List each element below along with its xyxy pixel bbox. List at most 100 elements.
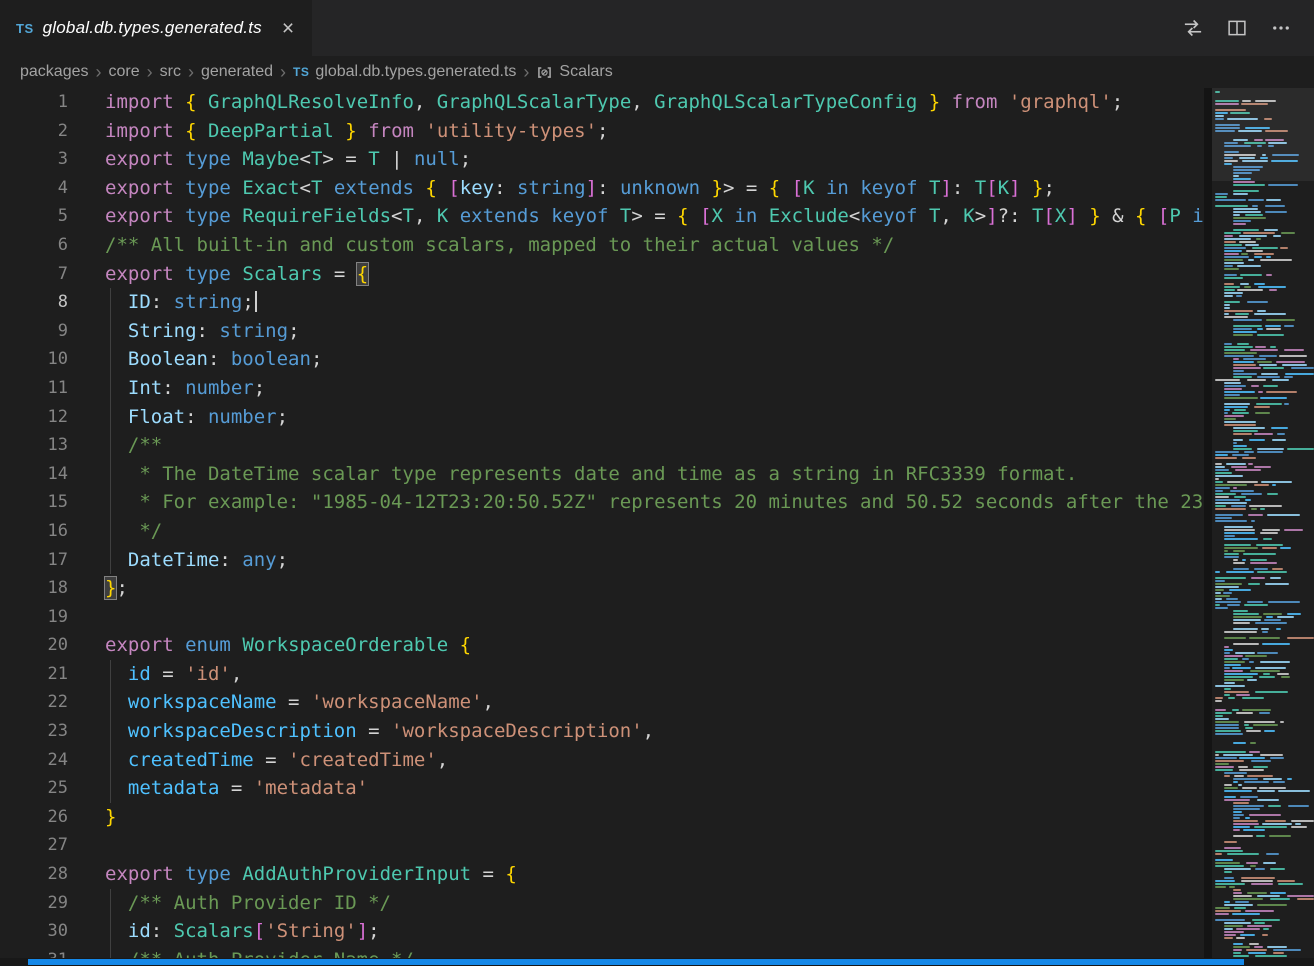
code-line[interactable]: 4export type Exact<T extends { [key: str… (0, 174, 1204, 203)
code-line[interactable]: 17 DateTime: any; (0, 546, 1204, 575)
minimap-token (1244, 451, 1254, 453)
line-number[interactable]: 9 (0, 317, 68, 346)
minimap-token (1215, 760, 1244, 762)
code-line[interactable]: 21 id = 'id', (0, 660, 1204, 689)
line-number[interactable]: 10 (0, 345, 68, 374)
line-number[interactable]: 13 (0, 431, 68, 460)
line-number[interactable]: 21 (0, 660, 68, 689)
code-line[interactable]: 14 * The DateTime scalar type represents… (0, 460, 1204, 489)
minimap-token (1267, 514, 1300, 516)
line-number[interactable]: 23 (0, 717, 68, 746)
code-line[interactable]: 20export enum WorkspaceOrderable { (0, 631, 1204, 660)
code-token: import (105, 91, 174, 113)
code-line[interactable]: 28export type AddAuthProviderInput = { (0, 860, 1204, 889)
line-number[interactable]: 31 (0, 946, 68, 958)
line-number[interactable]: 28 (0, 860, 68, 889)
code-line[interactable]: 8 ID: string; (0, 288, 1204, 317)
code-line[interactable]: 12 Float: number; (0, 403, 1204, 432)
breadcrumb-item-scalars[interactable]: Scalars (536, 63, 612, 81)
code-token: ; (368, 920, 379, 942)
minimap-token (1287, 613, 1301, 615)
code-line[interactable]: 1 import { GraphQLResolveInfo, GraphQLSca… (0, 88, 1204, 117)
code-line[interactable]: 2import { DeepPartial } from 'utility-ty… (0, 117, 1204, 146)
line-number[interactable]: 7 (0, 260, 68, 289)
line-number[interactable]: 18 (0, 574, 68, 603)
line-number[interactable]: 3 (0, 145, 68, 174)
line-number[interactable]: 17 (0, 546, 68, 575)
line-number[interactable]: 2 (0, 117, 68, 146)
code-line[interactable]: 9 String: string; (0, 317, 1204, 346)
code-line[interactable]: 25 metadata = 'metadata' (0, 774, 1204, 803)
minimap-token (1215, 454, 1228, 456)
line-number[interactable]: 19 (0, 603, 68, 632)
line-number[interactable]: 1 (0, 88, 68, 117)
line-number[interactable]: 15 (0, 488, 68, 517)
code-line[interactable]: 7export type Scalars = { (0, 260, 1204, 289)
minimap-token (1247, 601, 1263, 603)
code-line[interactable]: 3export type Maybe<T> = T | null; (0, 145, 1204, 174)
minimap-token (1240, 796, 1257, 798)
breadcrumb-item-core[interactable]: core (109, 63, 140, 81)
minimap-token (1231, 505, 1246, 507)
line-number[interactable]: 25 (0, 774, 68, 803)
minimap-token (1266, 274, 1272, 276)
minimap-token (1257, 895, 1280, 897)
code-line[interactable]: 26} (0, 803, 1204, 832)
close-icon[interactable]: × (278, 17, 298, 40)
code-line[interactable]: 22 workspaceName = 'workspaceName', (0, 688, 1204, 717)
code-line[interactable]: 23 workspaceDescription = 'workspaceDesc… (0, 717, 1204, 746)
code-line[interactable]: 15 * For example: "1985-04-12T23:20:50.5… (0, 488, 1204, 517)
code-editor[interactable]: 1 import { GraphQLResolveInfo, GraphQLSca… (0, 88, 1204, 958)
code-token (231, 177, 242, 199)
code-line[interactable]: 19 (0, 603, 1204, 632)
line-number[interactable]: 8 (0, 288, 68, 317)
code-token: keyof (551, 205, 608, 227)
line-number[interactable]: 24 (0, 746, 68, 775)
code-line[interactable]: 29 /** Auth Provider ID */ (0, 889, 1204, 918)
line-number[interactable]: 20 (0, 631, 68, 660)
breadcrumb-item-src[interactable]: src (160, 63, 181, 81)
code-line[interactable]: 10 Boolean: boolean; (0, 345, 1204, 374)
line-number[interactable]: 11 (0, 374, 68, 403)
breadcrumb-item-global-db-types-generated-ts[interactable]: TSglobal.db.types.generated.ts (293, 63, 516, 81)
code-line[interactable]: 30 id: Scalars['String']; (0, 917, 1204, 946)
code-line[interactable]: 13 /** (0, 431, 1204, 460)
line-number[interactable]: 29 (0, 889, 68, 918)
code-line[interactable]: 16 */ (0, 517, 1204, 546)
code-line[interactable]: 5export type RequireFields<T, K extends … (0, 202, 1204, 231)
code-line[interactable]: 18}; (0, 574, 1204, 603)
code-line[interactable]: 11 Int: number; (0, 374, 1204, 403)
minimap-token (1263, 862, 1276, 864)
open-changes-icon[interactable] (1176, 11, 1210, 45)
line-number[interactable]: 4 (0, 174, 68, 203)
minimap[interactable] (1212, 88, 1314, 958)
minimap-token (1224, 241, 1236, 243)
more-actions-icon[interactable] (1264, 11, 1298, 45)
breadcrumb-item-packages[interactable]: packages (20, 63, 89, 81)
line-number[interactable]: 14 (0, 460, 68, 489)
minimap-token (1244, 721, 1275, 723)
code-token: : (162, 377, 185, 399)
line-number[interactable]: 22 (0, 688, 68, 717)
line-number[interactable]: 16 (0, 517, 68, 546)
code-token: | (380, 148, 414, 170)
split-editor-icon[interactable] (1220, 11, 1254, 45)
code-line[interactable]: 27 (0, 831, 1204, 860)
line-number[interactable]: 26 (0, 803, 68, 832)
minimap-slider[interactable] (1212, 88, 1314, 181)
breadcrumb-item-generated[interactable]: generated (201, 63, 273, 81)
code-line[interactable]: 24 createdTime = 'createdTime', (0, 746, 1204, 775)
code-token: 'metadata' (254, 777, 368, 799)
code-text: import { GraphQLResolveInfo, GraphQLScal… (105, 88, 1123, 117)
minimap-token (1233, 211, 1261, 213)
minimap-token (1247, 775, 1273, 777)
line-number[interactable]: 27 (0, 831, 68, 860)
line-number[interactable]: 5 (0, 202, 68, 231)
line-number[interactable]: 12 (0, 403, 68, 432)
line-number[interactable]: 6 (0, 231, 68, 260)
editor-tab[interactable]: TS global.db.types.generated.ts × (0, 0, 313, 56)
line-number[interactable]: 30 (0, 917, 68, 946)
code-line[interactable]: 6/** All built-in and custom scalars, ma… (0, 231, 1204, 260)
code-line[interactable]: 31 /** Auth Provider Name */ (0, 946, 1204, 958)
minimap-token (1224, 928, 1233, 930)
